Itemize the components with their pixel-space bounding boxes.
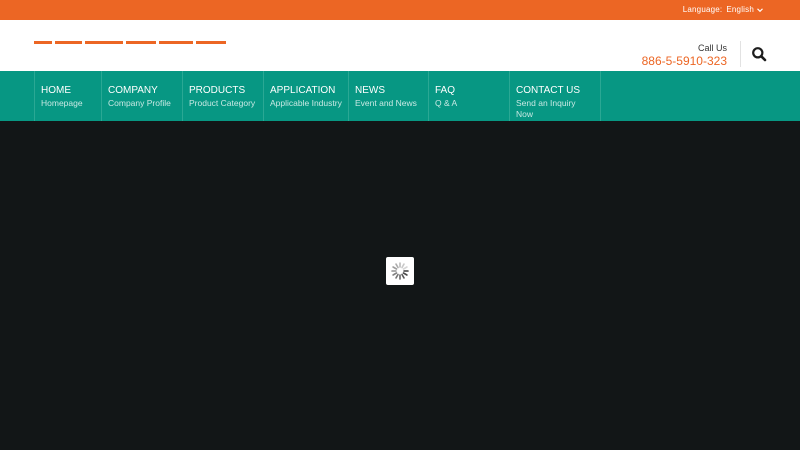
phone-number[interactable]: 886-5-5910-323 [642,54,727,69]
language-label: Language: [682,5,723,14]
nav-item-home[interactable]: HOME Homepage [34,71,101,121]
chevron-down-icon [757,8,763,13]
search-icon[interactable] [751,46,767,62]
spinner-spoke [392,266,398,270]
spinner-spoke [392,272,398,276]
nav-item-subtitle: Applicable Industry [270,98,342,108]
company-logo[interactable] [34,41,226,44]
nav-item-products[interactable]: PRODUCTS Product Category [182,71,263,121]
spinner-spoke [402,272,408,276]
call-us-label: Call Us [697,43,727,53]
nav-item-news[interactable]: NEWS Event and News [348,71,428,121]
nav-item-title: PRODUCTS [189,85,246,96]
language-dropdown[interactable]: English [726,0,764,20]
nav-item-subtitle: Homepage [41,98,83,108]
nav-item-title: CONTACT US [516,85,581,96]
language-value: English [726,5,754,14]
spinner-spoke [395,263,399,269]
nav-item-title: HOME [41,85,71,96]
nav-item-subtitle: Company Profile [108,98,171,108]
nav-item-title: APPLICATION [270,85,336,96]
loading-spinner-icon [391,262,409,280]
spinner-spoke [395,273,399,279]
slider-loader [386,257,414,285]
nav-item-title: NEWS [355,85,385,96]
spinner-spoke [401,273,405,279]
nav-item-subtitle: Q & A [435,98,458,108]
header-divider [740,41,741,67]
call-us-block: Call Us 886-5-5910-323 [642,43,727,69]
nav-item-title: COMPANY [108,85,158,96]
nav-item-subtitle: Event and News [355,98,417,108]
nav-item-application[interactable]: APPLICATION Applicable Industry [263,71,348,121]
main-navigation: HOME Homepage COMPANY Company Profile PR… [0,71,800,121]
site-header: Call Us 886-5-5910-323 [0,20,800,71]
spinner-spoke [402,266,408,270]
top-bar: Language: English [0,0,800,20]
nav-item-subtitle: Send an Inquiry Now [516,98,576,119]
nav-item-subtitle: Product Category [189,98,256,108]
nav-item-contact-us[interactable]: CONTACT US Send an Inquiry Now [509,71,601,121]
nav-item-company[interactable]: COMPANY Company Profile [101,71,182,121]
nav-item-faq[interactable]: FAQ Q & A [428,71,509,121]
nav-item-title: FAQ [435,85,456,96]
spinner-spoke [401,263,405,269]
language-selector: Language: English [683,0,764,20]
